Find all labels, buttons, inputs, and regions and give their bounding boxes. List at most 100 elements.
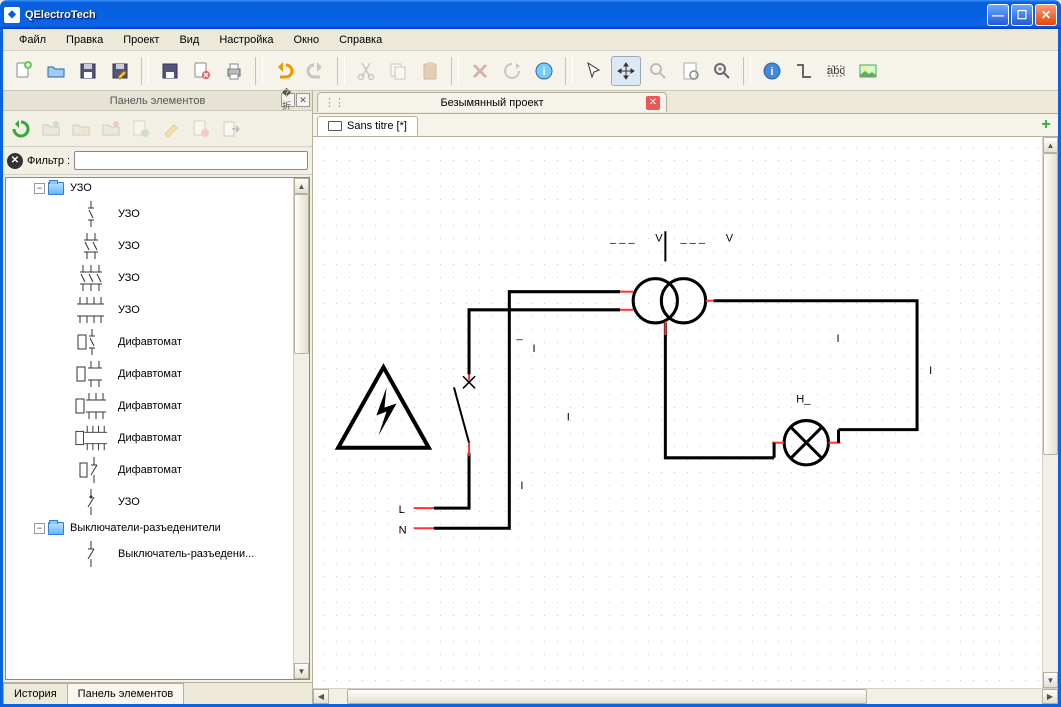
panel-import-button[interactable] — [217, 115, 245, 143]
elements-panel: Панель элементов �折 ✕ ✕ Фильтр : — [3, 91, 313, 704]
new-project-button[interactable] — [9, 56, 39, 86]
tab-history[interactable]: История — [3, 683, 68, 704]
zoom-fit-button[interactable] — [707, 56, 737, 86]
properties-button[interactable]: i — [529, 56, 559, 86]
circuit-diagram: L N _ _ _ — [313, 137, 1058, 688]
panel-new-folder-button[interactable] — [37, 115, 65, 143]
filter-input[interactable] — [74, 151, 308, 170]
tree-folder-switches[interactable]: − Выключатели-разъеденители — [6, 518, 309, 538]
scroll-thumb[interactable] — [347, 689, 867, 704]
open-button[interactable] — [41, 56, 71, 86]
tree-item[interactable]: Дифавтомат — [6, 454, 309, 486]
save-button[interactable] — [73, 56, 103, 86]
svg-text:abc: abc — [827, 65, 845, 77]
project-close-button[interactable]: ✕ — [646, 96, 660, 110]
paste-button[interactable] — [415, 56, 445, 86]
minimize-button[interactable]: — — [987, 4, 1009, 26]
document-tab-bar: Sans titre [*] + — [313, 113, 1058, 137]
collapse-icon[interactable]: − — [34, 523, 45, 534]
zoom-tool[interactable] — [643, 56, 673, 86]
save-as-button[interactable] — [105, 56, 135, 86]
tree-item[interactable]: Дифавтомат — [6, 326, 309, 358]
main-toolbar: i i abc — [3, 51, 1058, 91]
scroll-left-button[interactable]: ◀ — [313, 689, 329, 704]
scroll-down-button[interactable]: ▼ — [294, 663, 309, 679]
move-tool[interactable] — [611, 56, 641, 86]
tree-item[interactable]: УЗО — [6, 198, 309, 230]
panel-refresh-button[interactable] — [7, 115, 35, 143]
canvas[interactable]: L N _ _ _ — [313, 137, 1058, 688]
canvas-vscroll[interactable]: ▲ ▼ — [1042, 137, 1058, 688]
svg-text:I: I — [837, 333, 840, 345]
close-doc-button[interactable] — [187, 56, 217, 86]
redo-button[interactable] — [301, 56, 331, 86]
window-title: QElectroTech — [25, 9, 987, 21]
maximize-button[interactable]: ☐ — [1011, 4, 1033, 26]
undo-button[interactable] — [269, 56, 299, 86]
menu-help[interactable]: Справка — [329, 31, 392, 49]
menu-settings[interactable]: Настройка — [209, 31, 283, 49]
print-button[interactable] — [219, 56, 249, 86]
scroll-up-button[interactable]: ▲ — [1043, 137, 1058, 153]
panel-toolbar — [3, 111, 312, 147]
tree-folder-uzo[interactable]: − УЗО — [6, 178, 309, 198]
scroll-thumb[interactable] — [294, 194, 309, 354]
tree-item[interactable]: УЗО — [6, 294, 309, 326]
tree-item[interactable]: УЗО — [6, 230, 309, 262]
page-tool[interactable] — [675, 56, 705, 86]
project-tab-bar: ⋮⋮ Безымянный проект ✕ — [313, 91, 1058, 113]
tree-label: УЗО — [118, 240, 140, 252]
tree-label: Дифавтомат — [118, 432, 182, 444]
tree-label: УЗО — [118, 208, 140, 220]
scroll-up-button[interactable]: ▲ — [294, 178, 309, 194]
image-button[interactable] — [853, 56, 883, 86]
scroll-right-button[interactable]: ▶ — [1042, 689, 1058, 704]
clear-filter-icon[interactable]: ✕ — [7, 153, 23, 169]
tree-item[interactable]: Дифавтомат — [6, 390, 309, 422]
canvas-hscroll[interactable]: ◀ ▶ — [313, 688, 1058, 704]
menu-window[interactable]: Окно — [284, 31, 330, 49]
panel-edit-element-button[interactable] — [157, 115, 185, 143]
close-button[interactable]: ✕ — [1035, 4, 1057, 26]
add-tab-button[interactable]: + — [1038, 117, 1054, 133]
tree-item[interactable]: УЗО — [6, 262, 309, 294]
copy-button[interactable] — [383, 56, 413, 86]
info-button[interactable]: i — [757, 56, 787, 86]
document-tab[interactable]: Sans titre [*] — [317, 116, 418, 136]
elements-tree[interactable]: − УЗО УЗО УЗО УЗО УЗО Дифавтомат Дифавто… — [5, 177, 310, 680]
tree-label: УЗО — [118, 272, 140, 284]
panel-delete-element-button[interactable] — [187, 115, 215, 143]
tree-item[interactable]: Дифавтомат — [6, 422, 309, 454]
tree-label: УЗО — [70, 182, 92, 194]
tree-item[interactable]: УЗО — [6, 486, 309, 518]
svg-text:I: I — [520, 480, 523, 492]
scroll-thumb[interactable] — [1043, 153, 1058, 672]
edit-label-button[interactable]: abc — [821, 56, 851, 86]
panel-float-button[interactable]: �折 — [281, 93, 295, 107]
panel-new-element-button[interactable] — [127, 115, 155, 143]
menu-edit[interactable]: Правка — [56, 31, 113, 49]
menu-file[interactable]: Файл — [9, 31, 56, 49]
tab-elements[interactable]: Панель элементов — [67, 683, 185, 704]
tree-item[interactable]: Дифавтомат — [6, 358, 309, 390]
folder-icon — [48, 522, 64, 535]
panel-edit-folder-button[interactable] — [67, 115, 95, 143]
svg-text:_ _ _: _ _ _ — [609, 232, 635, 244]
menu-project[interactable]: Проект — [113, 31, 169, 49]
wire-button[interactable] — [789, 56, 819, 86]
tree-scrollbar[interactable]: ▲ ▼ — [293, 178, 309, 679]
scroll-down-button[interactable]: ▼ — [1043, 672, 1058, 688]
menu-view[interactable]: Вид — [169, 31, 209, 49]
cut-button[interactable] — [351, 56, 381, 86]
svg-text:V: V — [655, 232, 663, 244]
rotate-button[interactable] — [497, 56, 527, 86]
tree-item[interactable]: Выключатель-разъедени... — [6, 538, 309, 570]
grip-icon: ⋮⋮ — [324, 96, 344, 109]
save-floppy-button[interactable] — [155, 56, 185, 86]
panel-delete-folder-button[interactable] — [97, 115, 125, 143]
collapse-icon[interactable]: − — [34, 183, 45, 194]
panel-close-button[interactable]: ✕ — [296, 93, 310, 107]
project-tab[interactable]: ⋮⋮ Безымянный проект ✕ — [317, 92, 667, 112]
delete-button[interactable] — [465, 56, 495, 86]
cursor-tool[interactable] — [579, 56, 609, 86]
